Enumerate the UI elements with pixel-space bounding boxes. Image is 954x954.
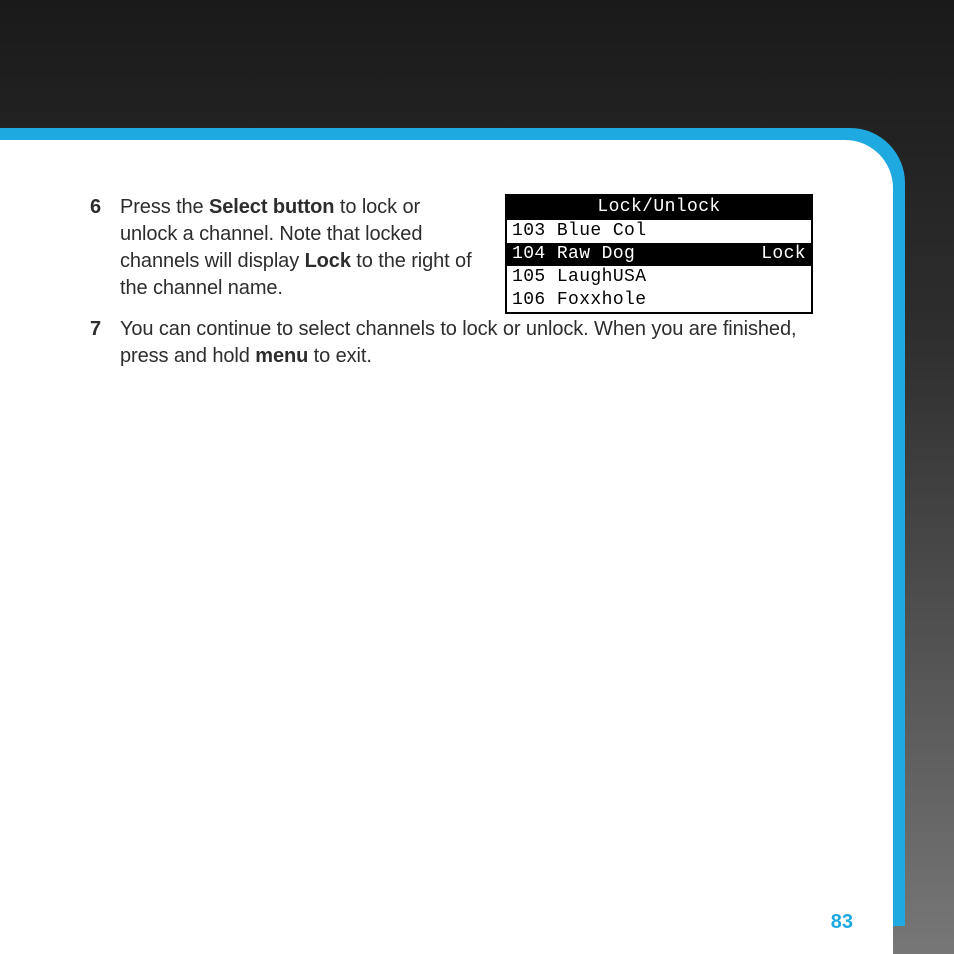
- channel-status: Lock: [761, 243, 806, 266]
- step-number: 7: [90, 316, 120, 343]
- manual-page: Lock/Unlock 103 Blue Col 104 Raw Dog Loc…: [0, 140, 893, 954]
- channel-name: Foxxhole: [557, 289, 647, 312]
- lcd-screenshot: Lock/Unlock 103 Blue Col 104 Raw Dog Loc…: [505, 194, 813, 314]
- page-number: 83: [831, 911, 853, 934]
- lcd-title: Lock/Unlock: [507, 196, 811, 220]
- step-text: You can continue to select channels to l…: [120, 316, 813, 370]
- channel-number: 105: [512, 266, 546, 289]
- step-number: 6: [90, 194, 120, 221]
- channel-name: Blue Col: [557, 220, 647, 243]
- channel-number: 103: [512, 220, 546, 243]
- channel-name: LaughUSA: [557, 266, 647, 289]
- lcd-row: 105 LaughUSA: [507, 266, 811, 289]
- channel-number: 104: [512, 243, 546, 266]
- content-area: Lock/Unlock 103 Blue Col 104 Raw Dog Loc…: [90, 194, 813, 370]
- lcd-row: 106 Foxxhole: [507, 289, 811, 312]
- lcd-row: 103 Blue Col: [507, 220, 811, 243]
- lcd-row-selected: 104 Raw Dog Lock: [507, 243, 811, 266]
- channel-number: 106: [512, 289, 546, 312]
- step-text: Press the Select button to lock or unloc…: [120, 194, 472, 302]
- step-7: 7 You can continue to select channels to…: [90, 316, 813, 370]
- lcd-display: Lock/Unlock 103 Blue Col 104 Raw Dog Loc…: [505, 194, 813, 314]
- channel-name: Raw Dog: [557, 243, 635, 266]
